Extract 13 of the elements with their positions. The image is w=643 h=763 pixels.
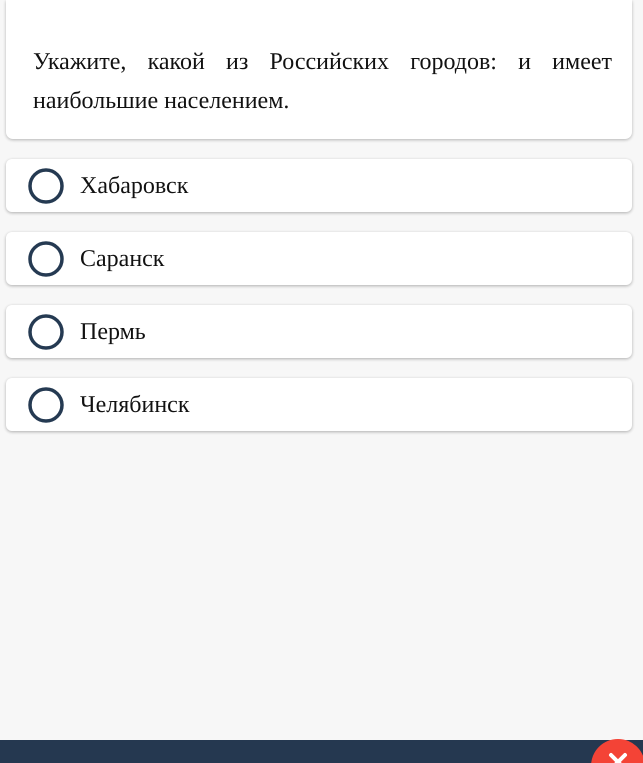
- answer-option[interactable]: Саранск: [6, 232, 632, 285]
- question-text: Укажите, какой из Российских городов: и имеет наибольшие населением.: [33, 48, 612, 116]
- radio-icon[interactable]: [28, 386, 64, 422]
- answer-option[interactable]: Пермь: [6, 305, 632, 358]
- option-label: Челябинск: [80, 390, 190, 420]
- radio-icon[interactable]: [28, 168, 64, 204]
- answer-option[interactable]: Челябинск: [6, 378, 632, 431]
- radio-icon[interactable]: [28, 240, 64, 276]
- radio-icon[interactable]: [28, 314, 64, 350]
- answer-option[interactable]: Хабаровск: [6, 159, 632, 212]
- option-label: Хабаровск: [80, 172, 188, 200]
- option-label: Пермь: [80, 318, 146, 346]
- option-label: Саранск: [80, 244, 164, 274]
